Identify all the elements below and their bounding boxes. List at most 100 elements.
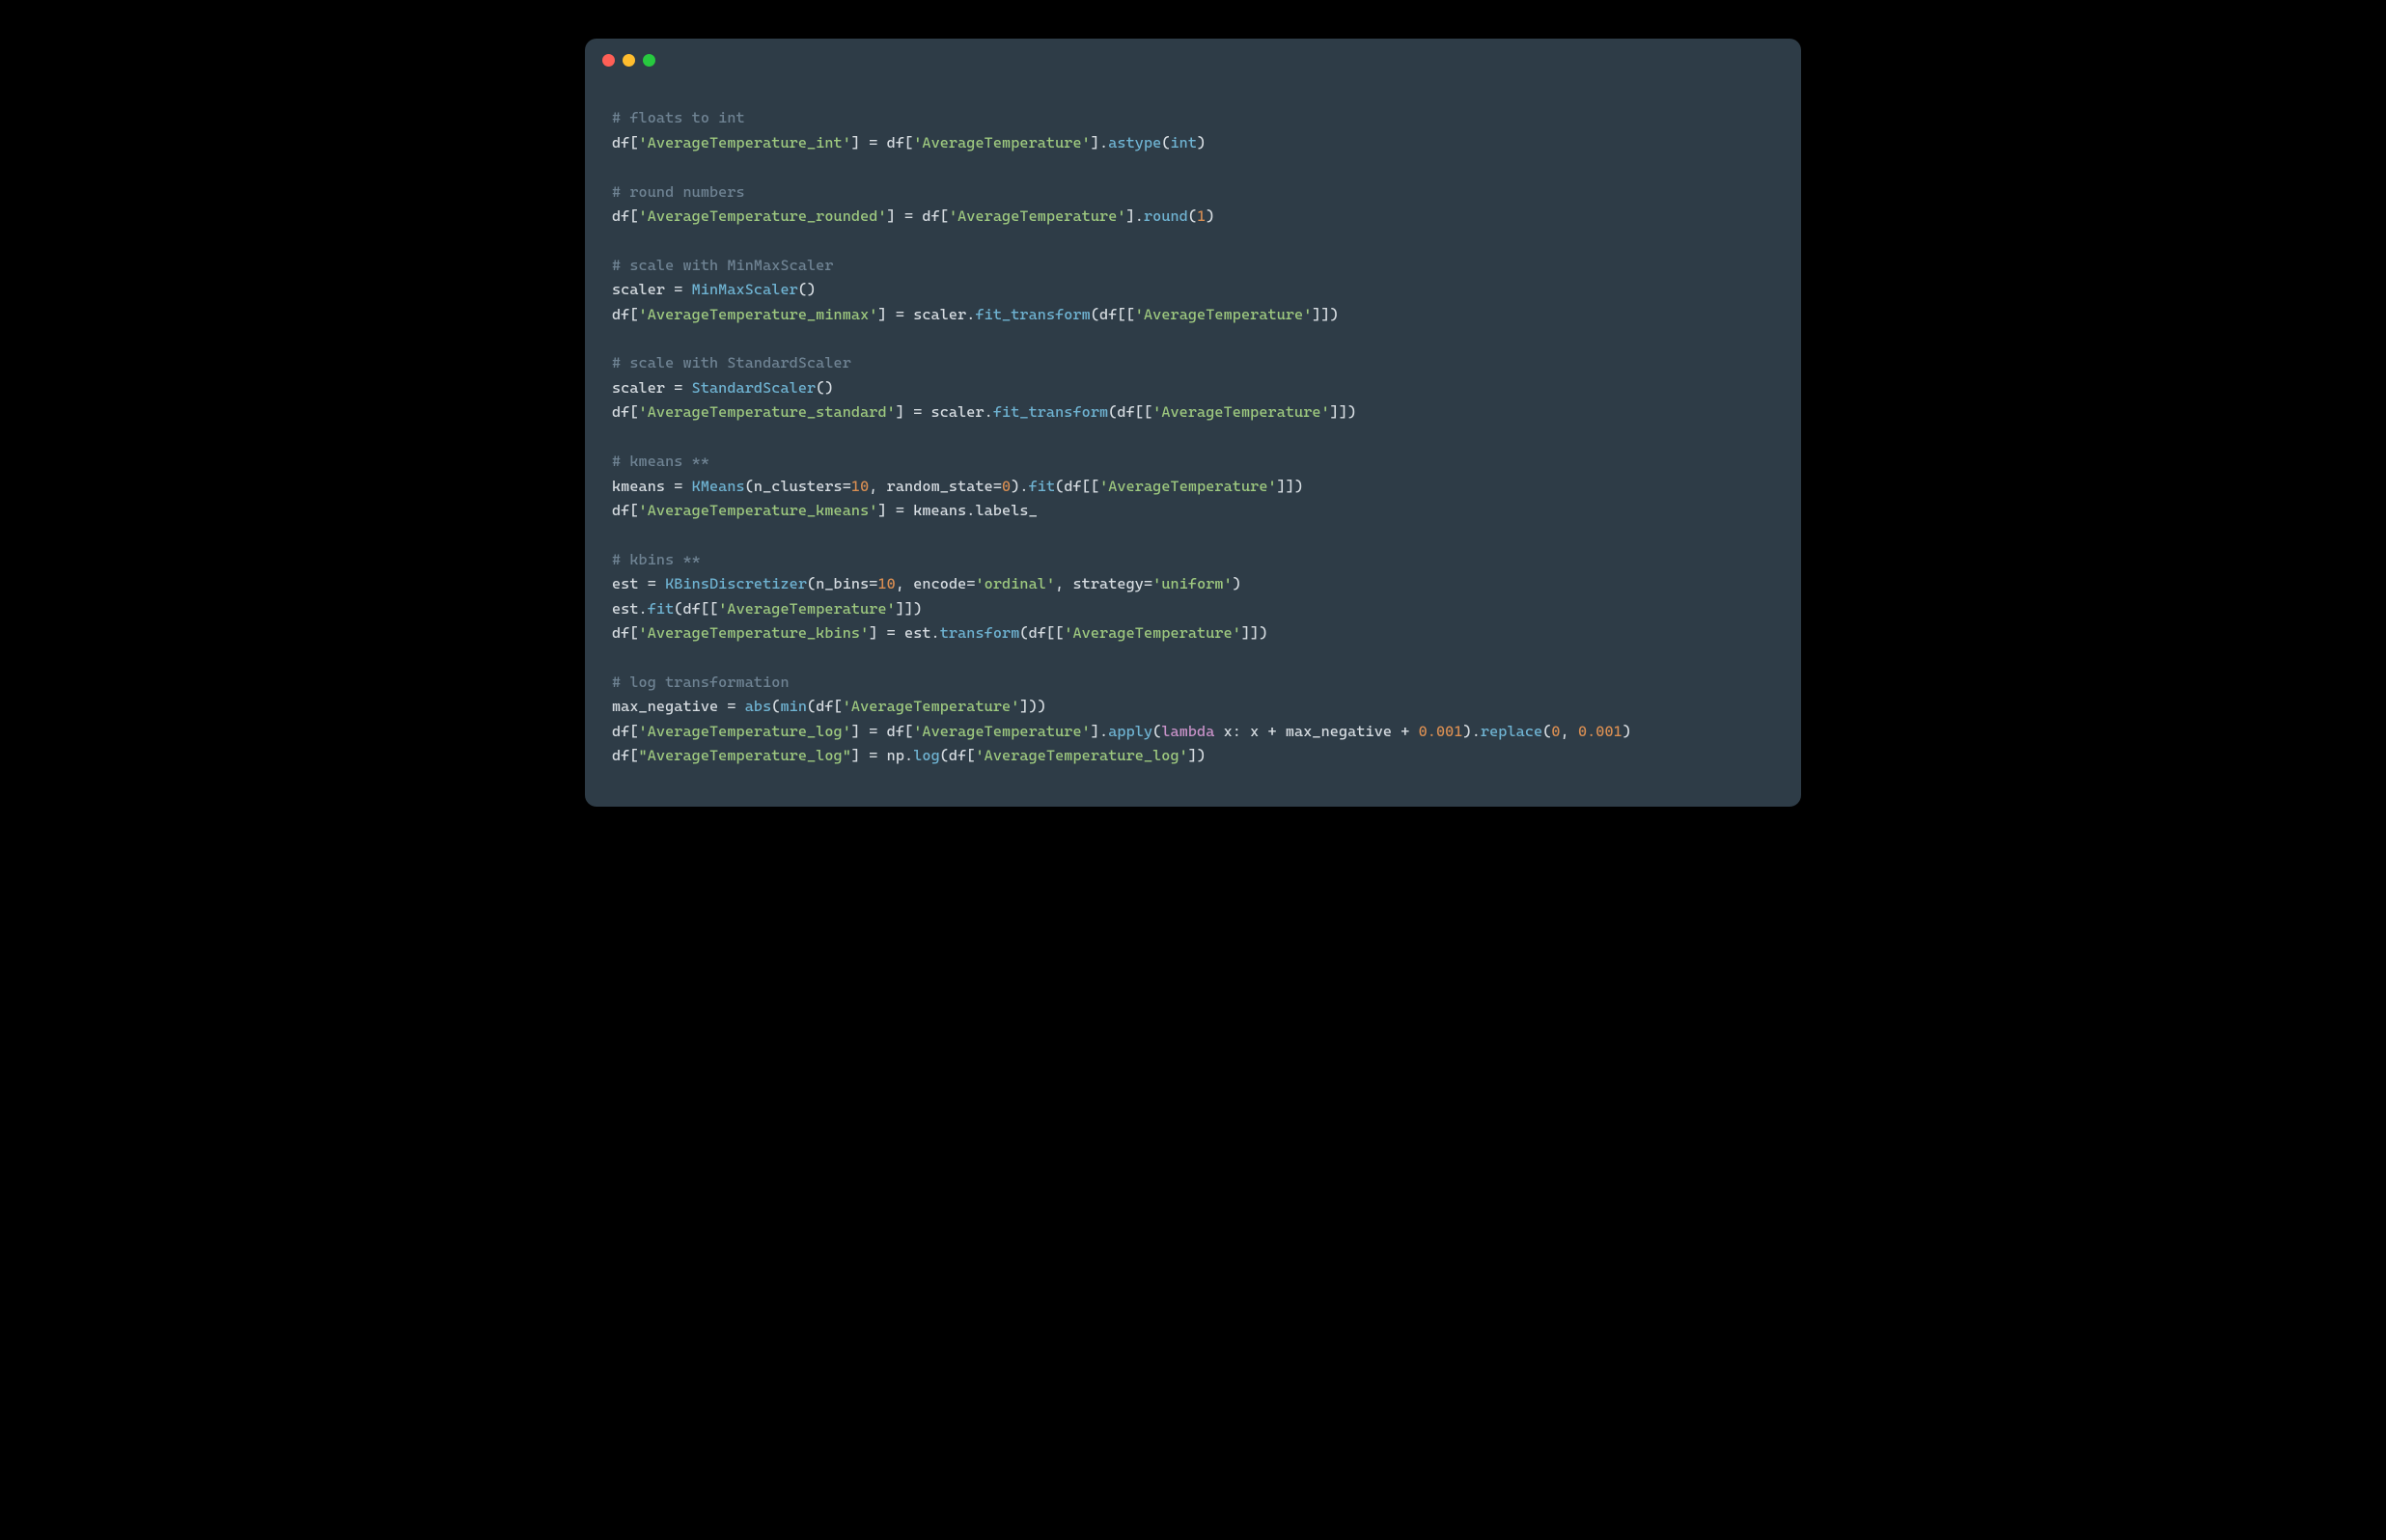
code-line: df['AverageTemperature_log'] = df['Avera… bbox=[612, 720, 1774, 744]
code-string: 'AverageTemperature_log' bbox=[639, 723, 851, 740]
code-line bbox=[612, 155, 1774, 179]
code-identifier: (df[[ bbox=[1019, 624, 1064, 642]
code-identifier: df[ bbox=[612, 134, 639, 151]
code-line: df['AverageTemperature_rounded'] = df['A… bbox=[612, 205, 1774, 229]
code-string: 'ordinal' bbox=[976, 575, 1056, 592]
code-identifier: ( bbox=[1161, 134, 1170, 151]
code-comment: # kbins ** bbox=[612, 551, 701, 568]
code-line bbox=[612, 426, 1774, 450]
code-string: 'AverageTemperature' bbox=[718, 600, 896, 618]
code-line: df['AverageTemperature_standard'] = scal… bbox=[612, 400, 1774, 425]
code-line bbox=[612, 229, 1774, 253]
code-line: df['AverageTemperature_kmeans'] = kmeans… bbox=[612, 499, 1774, 523]
code-string: 'AverageTemperature_kbins' bbox=[639, 624, 870, 642]
code-string: 'AverageTemperature' bbox=[1099, 478, 1277, 495]
code-line bbox=[612, 646, 1774, 670]
maximize-icon[interactable] bbox=[643, 54, 655, 67]
code-function: replace bbox=[1481, 723, 1542, 740]
code-identifier: ). bbox=[1463, 723, 1481, 740]
code-identifier: ] = df[ bbox=[887, 207, 949, 225]
code-identifier: (df[ bbox=[940, 747, 976, 764]
code-string: 'AverageTemperature_log' bbox=[975, 747, 1187, 764]
code-identifier: (df[[ bbox=[674, 600, 718, 618]
code-line: scaler = MinMaxScaler() bbox=[612, 278, 1774, 302]
code-function: fit_transform bbox=[993, 403, 1108, 421]
code-identifier: df[ bbox=[612, 306, 639, 323]
code-identifier: (n_clusters= bbox=[745, 478, 851, 495]
code-function: KBinsDiscretizer bbox=[665, 575, 807, 592]
close-icon[interactable] bbox=[602, 54, 615, 67]
code-comment: # kmeans ** bbox=[612, 453, 709, 470]
code-line: kmeans = KMeans(n_clusters=10, random_st… bbox=[612, 475, 1774, 499]
code-identifier: df[ bbox=[612, 624, 639, 642]
minimize-icon[interactable] bbox=[623, 54, 635, 67]
titlebar bbox=[585, 39, 1801, 76]
code-line bbox=[612, 523, 1774, 547]
code-identifier: df[ bbox=[612, 723, 639, 740]
code-comment: # scale with StandardScaler bbox=[612, 354, 851, 371]
code-identifier: ) bbox=[1206, 207, 1214, 225]
code-identifier: scaler = bbox=[612, 281, 692, 298]
code-identifier: kmeans = bbox=[612, 478, 692, 495]
code-identifier: ] = df[ bbox=[851, 723, 913, 740]
code-string: 'uniform' bbox=[1152, 575, 1233, 592]
code-identifier: (df[ bbox=[807, 698, 843, 715]
code-function: astype bbox=[1108, 134, 1161, 151]
code-function: min bbox=[780, 698, 807, 715]
code-number: 10 bbox=[877, 575, 895, 592]
code-string: 'AverageTemperature' bbox=[949, 207, 1126, 225]
code-identifier: ). bbox=[1011, 478, 1028, 495]
code-identifier: () bbox=[798, 281, 816, 298]
code-line: # kbins ** bbox=[612, 548, 1774, 572]
code-line: est.fit(df[['AverageTemperature']]) bbox=[612, 597, 1774, 621]
code-identifier: , strategy= bbox=[1055, 575, 1152, 592]
code-number: 10 bbox=[851, 478, 869, 495]
code-line: scaler = StandardScaler() bbox=[612, 376, 1774, 400]
code-identifier: , encode= bbox=[896, 575, 976, 592]
code-identifier: ( bbox=[1152, 723, 1161, 740]
code-comment: # floats to int bbox=[612, 109, 745, 126]
code-function: abs bbox=[745, 698, 772, 715]
code-identifier: ]) bbox=[1188, 747, 1206, 764]
code-identifier: ] = est. bbox=[869, 624, 939, 642]
code-number: 0.001 bbox=[1578, 723, 1623, 740]
code-identifier: df[ bbox=[612, 747, 639, 764]
code-line: df['AverageTemperature_minmax'] = scaler… bbox=[612, 303, 1774, 327]
code-identifier: ]. bbox=[1091, 134, 1108, 151]
code-line: # log transformation bbox=[612, 671, 1774, 695]
code-string: 'AverageTemperature' bbox=[1135, 306, 1313, 323]
code-line: # round numbers bbox=[612, 180, 1774, 205]
code-string: "AverageTemperature_log" bbox=[639, 747, 851, 764]
code-comment: # round numbers bbox=[612, 183, 745, 201]
code-identifier: max_negative = bbox=[612, 698, 745, 715]
code-identifier: ]]) bbox=[1312, 306, 1339, 323]
code-function: int bbox=[1171, 134, 1198, 151]
code-line: est = KBinsDiscretizer(n_bins=10, encode… bbox=[612, 572, 1774, 596]
code-identifier: df[ bbox=[612, 502, 639, 519]
code-identifier: (n_bins= bbox=[807, 575, 877, 592]
code-function: KMeans bbox=[692, 478, 745, 495]
code-identifier: ] = scaler. bbox=[896, 403, 993, 421]
code-identifier: ] = df[ bbox=[851, 134, 913, 151]
code-function: MinMaxScaler bbox=[692, 281, 798, 298]
code-block: # floats to intdf['AverageTemperature_in… bbox=[585, 76, 1801, 778]
code-identifier: ]]) bbox=[1241, 624, 1268, 642]
code-identifier: ]]) bbox=[896, 600, 923, 618]
code-identifier: ] = np. bbox=[851, 747, 913, 764]
code-number: 0 bbox=[1551, 723, 1560, 740]
code-comment: # log transformation bbox=[612, 674, 790, 691]
code-string: 'AverageTemperature_int' bbox=[639, 134, 851, 151]
code-function: fit_transform bbox=[975, 306, 1090, 323]
code-line: df['AverageTemperature_kbins'] = est.tra… bbox=[612, 621, 1774, 646]
code-identifier: (df[[ bbox=[1091, 306, 1135, 323]
code-string: 'AverageTemperature_rounded' bbox=[639, 207, 887, 225]
code-identifier: ) bbox=[1623, 723, 1631, 740]
code-identifier: ) bbox=[1197, 134, 1206, 151]
code-line: max_negative = abs(min(df['AverageTemper… bbox=[612, 695, 1774, 719]
code-window: # floats to intdf['AverageTemperature_in… bbox=[585, 39, 1801, 807]
code-identifier: ])) bbox=[1019, 698, 1046, 715]
code-line bbox=[612, 82, 1774, 106]
code-identifier: () bbox=[816, 379, 833, 397]
code-identifier: x: x + max_negative + bbox=[1214, 723, 1418, 740]
code-string: 'AverageTemperature' bbox=[1064, 624, 1241, 642]
